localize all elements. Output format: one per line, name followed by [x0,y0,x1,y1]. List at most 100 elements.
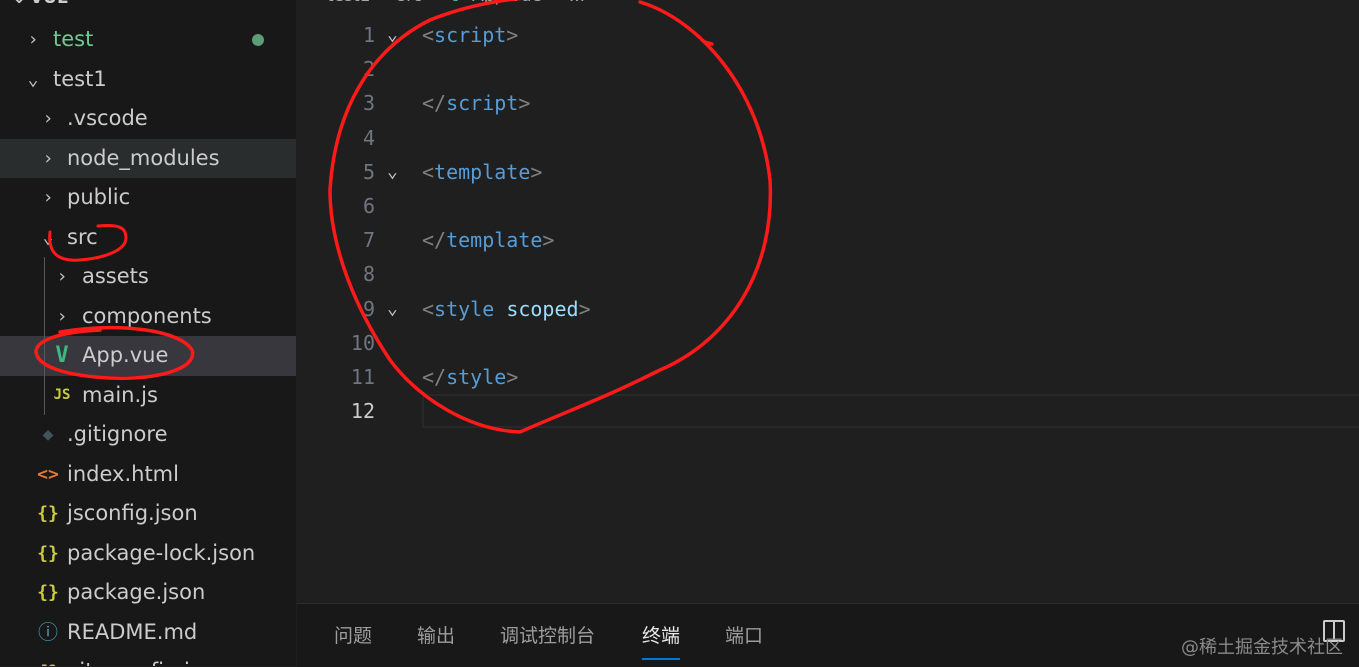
code-token-br: > [518,91,531,116]
code-token-br: < [422,296,435,321]
fold-chevron-icon[interactable]: ⌄ [387,155,398,189]
breadcrumb-item[interactable]: src [397,0,422,6]
new-file-icon[interactable] [130,0,160,10]
current-line-highlight [422,394,1359,429]
breadcrumb-item[interactable]: test1 [327,0,370,6]
breadcrumb-item[interactable]: App.vue [472,0,542,6]
chevron-right-icon[interactable]: › [37,178,59,218]
breadcrumb-separator-icon: › [432,0,439,6]
tree-item-assets[interactable]: › assets [0,257,296,297]
tree-item-label: main.js [82,382,158,407]
tab-output[interactable]: 输出 [417,622,455,650]
tree-item-jsconfig-json[interactable]: {} jsconfig.json [0,494,296,534]
tree-item-label: src [67,224,98,249]
tree-item-vite-config-js[interactable]: JS vite.config.js [0,652,296,666]
code-line[interactable]: 6 [297,189,1359,223]
code-token-tag: template [446,228,543,253]
json-file-icon: {} [37,503,59,524]
tree-item-test[interactable]: › test [0,20,296,60]
tree-item-public[interactable]: › public [0,178,296,218]
code-token-tag: script [434,23,507,47]
code-lines[interactable]: 1 ⌄ <script> 2 3 </script> 4 5 ⌄ <template> 6 7 </te… [297,18,1359,429]
code-line[interactable]: 8 [297,257,1359,291]
tree-item-label: test [53,27,94,51]
tree-item-app-vue[interactable]: V App.vue [0,336,296,376]
line-number: 4 [362,125,375,150]
tree-item-gitignore[interactable]: ◆ .gitignore [0,415,296,455]
breadcrumb-item[interactable]: ... [569,0,585,6]
chevron-right-icon[interactable]: › [51,257,73,297]
tree-item-label: test1 [53,66,107,91]
code-line[interactable]: 5 ⌄ <template> [297,155,1359,189]
chevron-right-icon[interactable]: › [22,20,44,60]
chevron-down-icon[interactable]: ⌄ [37,218,59,258]
line-number: 7 [362,228,375,253]
tree-item-test1[interactable]: ⌄ test1 [0,60,296,100]
code-editor[interactable]: test1›src›VApp.vue›... 1⌄<script>23</scr… [297,0,1359,602]
code-token-br: </ [422,364,447,389]
js-file-icon: JS [53,386,71,403]
tree-item-components[interactable]: › components [0,296,296,337]
indent-guide [44,336,45,376]
code-line[interactable]: 3 </script> [297,86,1359,120]
code-token-br: > [506,23,519,47]
breadcrumb: test1 › src › V App.vue ›... [327,0,595,6]
refresh-icon[interactable] [190,0,220,10]
tree-item-label: index.html [67,461,179,486]
code-token-br: > [530,159,543,184]
code-token-br: > [578,296,591,321]
tree-item-main-js[interactable]: JS main.js [0,375,296,415]
code-line[interactable]: 1 ⌄ <script> [297,18,1359,52]
tree-item-vscode[interactable]: › .vscode [0,99,296,139]
tree-item-readme-md[interactable]: ⓘ README.md [0,613,296,653]
code-line[interactable]: 7 </template> [297,223,1359,257]
chevron-down-icon[interactable]: ⌄ [12,0,26,8]
new-folder-icon[interactable] [160,0,190,10]
line-number: 11 [350,364,375,389]
file-tree: › test ⌄ test1 › .vscode › node_modules › public ⌄… [0,20,296,666]
code-token-br: > [542,228,555,253]
line-number: 9 [362,296,375,321]
chevron-right-icon[interactable]: › [37,99,59,139]
fold-chevron-icon[interactable]: ⌄ [387,292,398,326]
code-line[interactable]: 12 [297,394,1359,429]
chevron-right-icon[interactable]: › [37,139,59,179]
info-file-icon: ⓘ [38,619,58,644]
tree-item-label: public [67,185,131,209]
code-line[interactable]: 9 ⌄ <style scoped> [297,292,1359,326]
explorer-header: ⌄ VUE [0,0,296,10]
line-number: 5 [362,159,375,184]
breadcrumb-separator-icon: › [380,0,387,6]
tree-item-label: .vscode [67,106,148,130]
tree-item-package-json[interactable]: {} package.json [0,573,296,613]
tree-item-package-lock-json[interactable]: {} package-lock.json [0,534,296,574]
explorer-title: VUE [30,0,69,8]
tab-debug-console[interactable]: 调试控制台 [500,622,595,650]
fold-chevron-icon[interactable]: ⌄ [387,18,398,52]
tab-problems[interactable]: 问题 [334,622,372,650]
tree-item-label: jsconfig.json [67,501,198,525]
code-text: <style scoped> [422,292,591,326]
tree-item-index-html[interactable]: <> index.html [0,455,296,495]
tree-item-label: assets [82,264,149,288]
code-line[interactable]: 10 [297,326,1359,360]
modified-indicator [252,34,264,46]
tab-ports[interactable]: 端口 [725,622,763,650]
tree-item-src[interactable]: ⌄ src [0,218,296,258]
watermark-text: @稀土掘金技术社区 [1181,637,1343,658]
line-number: 10 [350,330,375,355]
code-line[interactable]: 2 [297,52,1359,86]
chevron-right-icon[interactable]: › [51,297,73,337]
line-number: 8 [362,262,375,287]
collapse-all-icon[interactable] [220,0,250,10]
tab-terminal[interactable]: 终端 [642,622,681,660]
code-line[interactable]: 11 </style> [297,360,1359,394]
code-token-tag: style [434,296,495,321]
chevron-down-icon[interactable]: ⌄ [22,60,44,100]
explorer-sidebar: ⌄ VUE › test ⌄ test1 › .vscode › node_modules › p… [0,0,296,666]
code-line[interactable]: 4 [297,121,1359,155]
js-file-icon: JS [37,652,59,666]
tree-item-node-modules[interactable]: › node_modules [0,138,296,179]
explorer-actions [130,0,250,15]
code-token-tag: script [446,91,519,116]
